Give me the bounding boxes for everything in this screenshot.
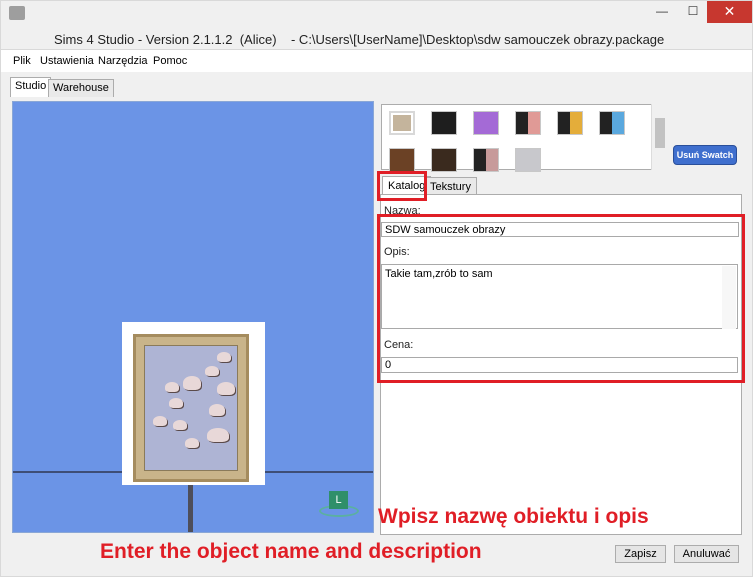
swatch-10[interactable] (515, 148, 541, 172)
swatch-5[interactable] (557, 111, 583, 135)
butterfly (165, 382, 179, 392)
swatch-3[interactable] (473, 111, 499, 135)
menu-pomoc[interactable]: Pomoc (153, 55, 187, 67)
butterfly (183, 376, 201, 390)
light-badge[interactable]: L (329, 491, 348, 509)
menu-bar: Plik Ustawienia Narzędzia Pomoc (0, 50, 753, 72)
swatch-scroll-thumb[interactable] (655, 118, 665, 148)
butterfly (209, 404, 225, 416)
butterfly (217, 352, 231, 362)
swatch-9[interactable] (473, 148, 499, 172)
cancel-button[interactable]: Anuluwać (674, 545, 739, 563)
butterfly (207, 428, 229, 442)
picture-canvas (144, 345, 238, 471)
close-button[interactable]: ✕ (707, 1, 752, 23)
remove-swatch-button[interactable]: Usuń Swatch (673, 145, 737, 165)
swatch-2[interactable] (431, 111, 457, 135)
butterfly (185, 438, 199, 448)
form-highlight (377, 214, 745, 383)
swatch-8[interactable] (431, 148, 457, 172)
caption-polish: Wpisz nazwę obiektu i opis (378, 505, 649, 528)
caption-english: Enter the object name and description (100, 540, 482, 563)
swatch-4[interactable] (515, 111, 541, 135)
window-title: Sims 4 Studio - Version 2.1.1.2 (Alice) … (54, 32, 665, 47)
save-button[interactable]: Zapisz (615, 545, 666, 563)
stand-pole (188, 477, 193, 532)
butterfly (173, 420, 187, 430)
maximize-button[interactable]: ☐ (678, 1, 708, 23)
menu-ustawienia[interactable]: Ustawienia (40, 55, 94, 67)
butterfly (205, 366, 219, 376)
swatch-6[interactable] (599, 111, 625, 135)
minimize-button[interactable]: — (647, 1, 677, 23)
swatch-panel (381, 104, 667, 172)
picture-frame (133, 334, 249, 482)
swatch-1[interactable] (389, 111, 415, 135)
tab-warehouse[interactable]: Warehouse (48, 79, 114, 98)
butterfly (153, 416, 167, 426)
tab-studio[interactable]: Studio (10, 77, 52, 98)
menu-plik[interactable]: Plik (13, 55, 31, 67)
butterfly (169, 398, 183, 408)
main-tab-strip: Studio Warehouse (0, 72, 753, 98)
app-icon (9, 6, 25, 20)
menu-narzedzia[interactable]: Narzędzia (98, 55, 148, 67)
swatch-7[interactable] (389, 148, 415, 172)
butterfly (217, 382, 235, 395)
katalog-tab-highlight (377, 171, 427, 201)
title-bar: Sims 4 Studio - Version 2.1.1.2 (Alice) … (0, 0, 753, 50)
swatch-scrollbar[interactable] (651, 104, 667, 170)
